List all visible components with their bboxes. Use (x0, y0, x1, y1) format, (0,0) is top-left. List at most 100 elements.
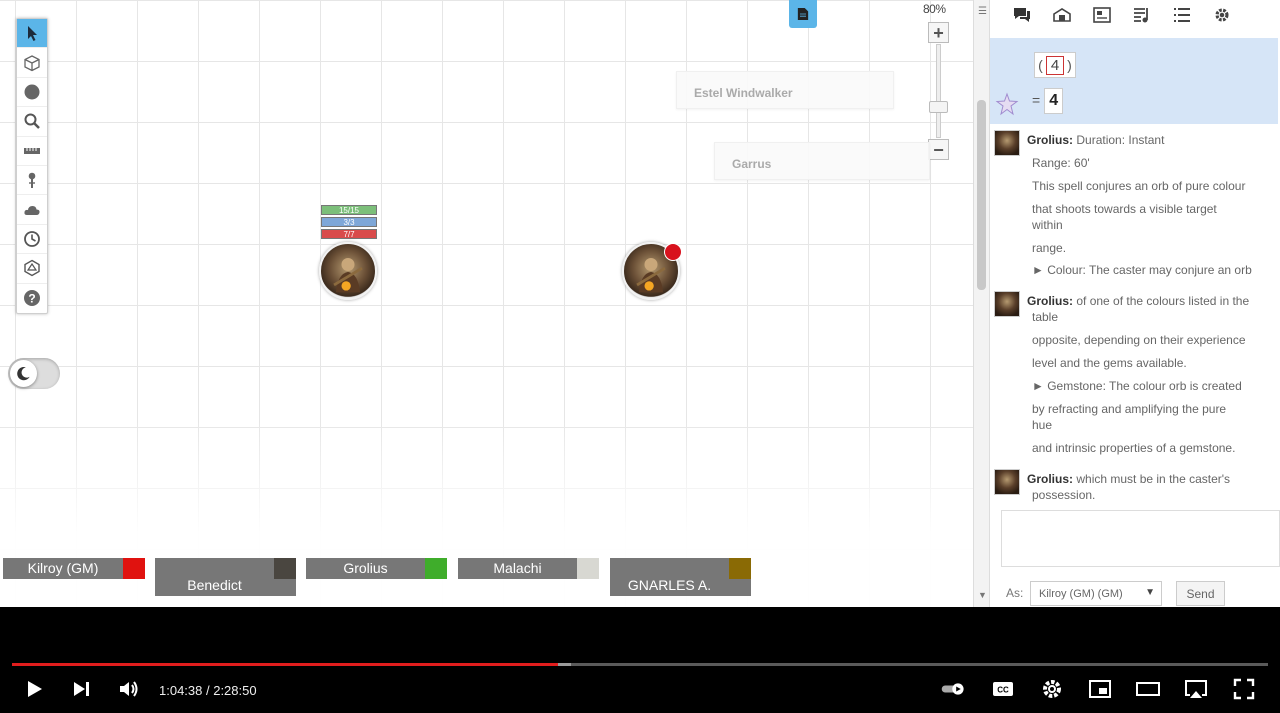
message-line: level and the gems available. (1032, 356, 1187, 370)
player-grolius[interactable]: Grolius (306, 558, 447, 579)
settings-icon (1215, 8, 1229, 22)
message-line: within (1032, 218, 1063, 232)
tab-chat[interactable] (1002, 6, 1042, 24)
equals-sign: = (1032, 92, 1041, 108)
send-button[interactable]: Send (1176, 581, 1225, 606)
autoplay-toggle[interactable] (936, 677, 970, 701)
message-text: which must be in the caster's (1076, 472, 1231, 486)
message-line: ► Colour: The caster may conjure an orb (1032, 263, 1252, 277)
message-line: range. (1032, 241, 1067, 255)
map-canvas[interactable]: ? 80% + − Estel Windwalker Garrus 15/15 … (0, 0, 974, 607)
next-button[interactable] (70, 677, 94, 701)
captions-button[interactable]: CC (991, 677, 1015, 701)
mute-button[interactable] (117, 677, 141, 701)
player-name: GNARLES A. FOESTEPP (627, 577, 712, 607)
video-player-controls: 1:04:38 / 2:28:50 CC (0, 607, 1280, 713)
fullscreen-icon (1233, 678, 1255, 700)
turn-tracker-button[interactable] (17, 225, 47, 255)
speaking-as-select[interactable]: Kilroy (GM) (GM) ▼ (1030, 581, 1162, 606)
player-color-swatch[interactable] (729, 558, 751, 579)
theater-mode-button[interactable] (1136, 677, 1160, 701)
player-name: Kilroy (GM) (27, 560, 99, 576)
settings-button[interactable] (1040, 677, 1064, 701)
player-kilroy[interactable]: Kilroy (GM) (3, 558, 145, 579)
draw-shape-button[interactable] (17, 78, 47, 108)
vtt-app: ? 80% + − Estel Windwalker Garrus 15/15 … (0, 0, 1280, 607)
player-gnarles[interactable]: GNARLES A. FOESTEPP (610, 558, 751, 607)
message-line: This spell conjures an orb of pure colou… (1032, 179, 1246, 193)
captions-icon: CC (993, 682, 1013, 696)
roll-result-value: 4 (1044, 88, 1064, 114)
fullscreen-button[interactable] (1232, 677, 1256, 701)
chat-log[interactable]: ( 4 ) = 4 Grolius: Duration: Instant Rang… (990, 32, 1280, 504)
tab-journal[interactable] (1082, 6, 1122, 24)
canvas-scrollbar[interactable]: ☰ ▼ (973, 0, 989, 607)
message-author: Grolius: (1027, 294, 1074, 308)
collapse-sidebar-icon[interactable]: ☰ (978, 6, 987, 17)
select-tool-button[interactable] (17, 19, 47, 49)
roll-result-message: ( 4 ) = 4 (990, 38, 1278, 124)
player-color-swatch[interactable] (425, 558, 447, 579)
measure-tool-button[interactable] (17, 137, 47, 166)
message-line: and intrinsic properties of a gemstone. (1032, 441, 1236, 455)
player-color-swatch[interactable] (123, 558, 145, 579)
scrollbar-thumb[interactable] (977, 100, 986, 290)
journal-icon (1093, 7, 1111, 23)
die-value: 4 (1045, 55, 1065, 75)
night-mode-toggle[interactable] (8, 358, 60, 389)
play-icon (28, 681, 42, 697)
cursor-icon (28, 26, 37, 42)
player-color-swatch[interactable] (274, 558, 296, 579)
list-icon (1174, 8, 1190, 22)
message-line: by refracting and amplifying the pure (1032, 402, 1227, 416)
cloud-icon (24, 205, 40, 215)
ping-tool-button[interactable] (17, 166, 47, 196)
play-button[interactable] (22, 677, 46, 701)
volume-icon (120, 681, 138, 697)
time-display: 1:04:38 / 2:28:50 (159, 683, 257, 698)
miniplayer-button[interactable] (1088, 677, 1112, 701)
chat-input[interactable] (1001, 510, 1280, 567)
zoom-tool-button[interactable] (17, 107, 47, 137)
character-token[interactable] (319, 242, 377, 300)
tab-jukebox[interactable] (1122, 6, 1162, 24)
tab-settings[interactable] (1202, 6, 1242, 24)
chat-message: Grolius: which must be in the caster's p… (990, 467, 1278, 504)
nameplate-label: Estel Windwalker (694, 86, 793, 100)
next-icon (74, 682, 89, 696)
scroll-down-arrow[interactable]: ▼ (978, 590, 987, 600)
player-benedict[interactable]: Benedict Germaine (155, 558, 296, 607)
token-layer-button[interactable] (17, 48, 47, 78)
formula-open: ( (1038, 57, 1043, 73)
handout-button[interactable] (789, 0, 817, 28)
help-button[interactable]: ? (17, 284, 47, 313)
status-marker (664, 243, 682, 261)
token-bar-green[interactable]: 15/15 (321, 205, 377, 215)
message-line: Grolius: which must be in the caster's (1027, 471, 1267, 487)
tab-compendium[interactable] (1042, 6, 1082, 24)
formula-close: ) (1067, 57, 1072, 73)
zoom-out-button[interactable]: − (928, 139, 949, 160)
ruler-icon (24, 147, 40, 154)
circle-icon (24, 84, 40, 100)
message-line: hue (1032, 418, 1053, 432)
token-bar-blue[interactable]: 3/3 (321, 217, 377, 227)
current-time: 1:04:38 (159, 683, 203, 698)
compendium-icon (1053, 8, 1071, 22)
token-bar-red[interactable]: 7/7 (321, 229, 377, 239)
player-name: Grolius (343, 560, 388, 576)
tab-collection[interactable] (1162, 6, 1202, 24)
dice-roll-icon (995, 92, 1019, 116)
chat-message: Grolius: Duration: Instant Range: 60' Th… (990, 128, 1278, 288)
fog-tool-button[interactable] (17, 195, 47, 225)
dice-roller-button[interactable] (17, 254, 47, 284)
cast-button[interactable] (1184, 677, 1208, 701)
zoom-slider-handle[interactable] (929, 101, 948, 113)
player-color-swatch[interactable] (577, 558, 599, 579)
player-malachi[interactable]: Malachi (458, 558, 599, 579)
message-line: ► Gemstone: The colour orb is created (1032, 379, 1242, 393)
airplay-icon (1185, 680, 1207, 698)
nameplate-estel: Estel Windwalker (676, 71, 894, 109)
zoom-slider-track[interactable] (936, 44, 941, 138)
zoom-in-button[interactable]: + (928, 22, 949, 43)
